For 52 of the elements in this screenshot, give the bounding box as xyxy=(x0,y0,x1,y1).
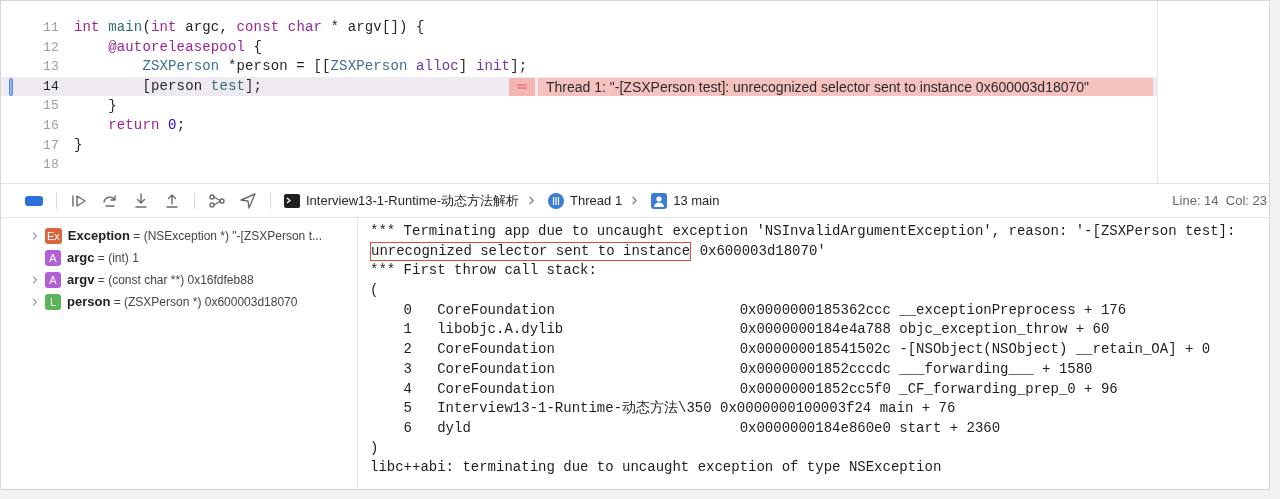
console-line: 5 Interview13-1-Runtime-动态方法\350 0x0000000100003f24 main + 76 xyxy=(402,399,956,419)
code-line: } xyxy=(107,96,117,116)
current-line-marker xyxy=(9,77,13,96)
type-badge: A xyxy=(45,272,61,288)
console-line: ( xyxy=(370,281,379,301)
breadcrumb-item[interactable]: 13 main xyxy=(673,190,720,211)
console-line: *** First throw call stack: xyxy=(370,261,597,281)
console-line: 6 dyld 0x0000000184e860e0 start + 2360 xyxy=(402,418,1001,438)
console-line: 2 CoreFoundation 0x000000018541502c -[NSObject(NSObject) __retain_OA] + 0 xyxy=(402,340,1211,360)
code-line: ZSXPerson *person = [[ZSXPerson alloc] init]; xyxy=(141,57,528,77)
variable-entry[interactable]: argc = (int) 1 xyxy=(67,248,139,268)
line-number: 14 xyxy=(42,77,59,96)
thread-icon xyxy=(548,192,565,209)
highlighted-text: unrecognized selector sent to instance xyxy=(370,241,692,262)
code-line: [person test]; xyxy=(141,77,263,97)
line-number: 11 xyxy=(42,19,59,38)
location-icon[interactable] xyxy=(239,191,257,210)
person-icon xyxy=(651,192,668,209)
type-badge: L xyxy=(45,294,61,310)
console-line: 0 CoreFoundation 0x0000000185362ccc __exceptionPreprocess + 176 xyxy=(402,300,1127,320)
code-line: return 0; xyxy=(107,116,186,136)
breakpoints-toggle[interactable] xyxy=(25,195,43,206)
variable-entry[interactable]: person = (ZSXPerson *) 0x600003d18070 xyxy=(67,292,298,312)
console-line: 1 libobjc.A.dylib 0x0000000184e4a788 objc_exception_throw + 60 xyxy=(402,320,1110,340)
line-number: 18 xyxy=(42,156,59,175)
type-badge: A xyxy=(45,250,61,266)
memory-graph-icon[interactable] xyxy=(208,191,226,210)
breadcrumb-item[interactable]: Interview13-1-Runtime-动态方法解析 xyxy=(306,190,520,211)
line-number: 15 xyxy=(42,97,59,116)
line-number: 12 xyxy=(42,38,59,57)
code-line: int main(int argc, const char * argv[]) { xyxy=(74,18,425,38)
cursor-position: Line: 14 Col: 23 xyxy=(1172,191,1267,210)
terminal-icon xyxy=(284,193,300,208)
error-message: Thread 1: "-[ZSXPerson test]: unrecognized selector sent to instance 0x600003d18070" xyxy=(538,77,1153,96)
line-number: 16 xyxy=(42,117,59,135)
line-number: 13 xyxy=(42,58,59,77)
step-out-icon[interactable] xyxy=(163,191,181,210)
console-line: libc++abi: terminating due to uncaught exception of type NSException xyxy=(370,458,942,478)
console-line: 4 CoreFoundation 0x00000001852cc5f0 _CF_forwarding_prep_0 + 96 xyxy=(402,379,1118,399)
console-line: 0x600003d18070' xyxy=(698,241,826,261)
breadcrumb-item[interactable]: Thread 1 xyxy=(570,190,623,211)
console-line: ) xyxy=(370,438,379,458)
error-marker-icon[interactable] xyxy=(509,77,535,96)
console-line: *** Terminating app due to uncaught exception 'NSInvalidArgumentException', reason: '-[ZSXPerson test]: xyxy=(370,222,1236,241)
type-badge: Ex xyxy=(45,228,62,244)
step-into-icon[interactable] xyxy=(132,191,150,210)
variable-entry[interactable]: Exception = (NSException *) "-[ZSXPerson t... xyxy=(67,226,322,246)
console-line: 3 CoreFoundation 0x00000001852cccdc ___forwarding___ + 1580 xyxy=(402,359,1093,379)
line-number: 17 xyxy=(42,136,59,155)
code-line: } xyxy=(74,135,83,155)
variable-entry[interactable]: argv = (const char **) 0x16fdfeb88 xyxy=(67,270,254,290)
code-line: @autoreleasepool { xyxy=(107,37,263,57)
